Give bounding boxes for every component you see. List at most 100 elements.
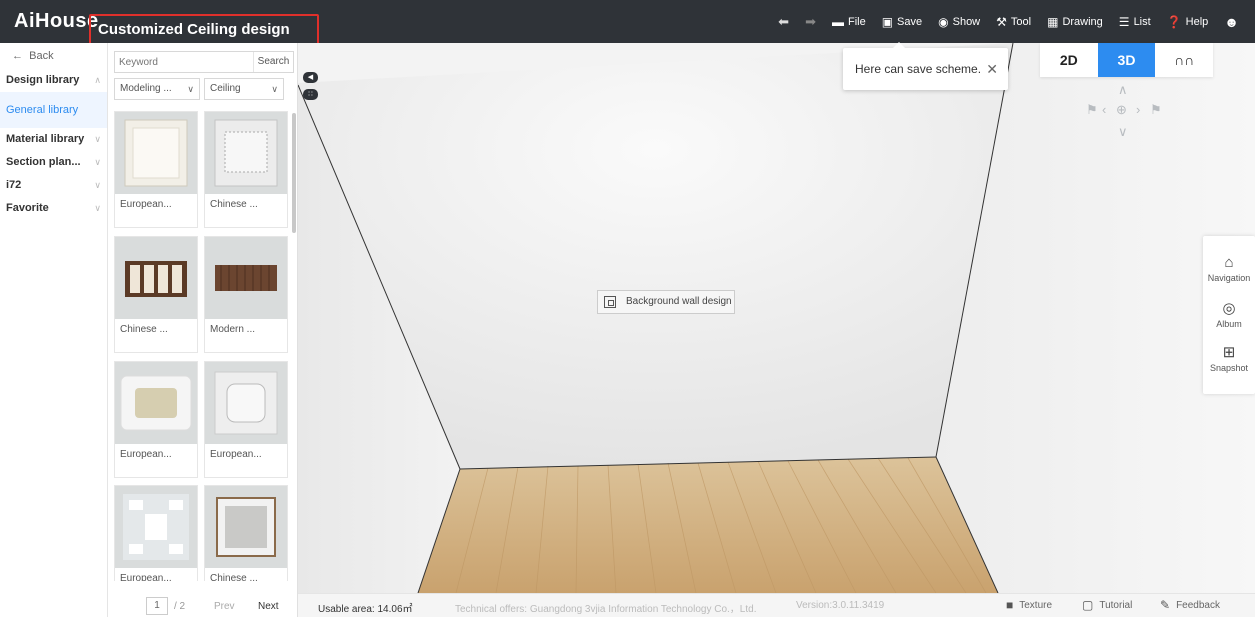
tab-3d[interactable]: 3D xyxy=(1097,43,1156,77)
chevron-down-icon: ∨ xyxy=(271,84,278,94)
model-thumbnail xyxy=(115,237,197,319)
collapse-panel-handle[interactable]: ◀ xyxy=(303,72,318,83)
model-grid: European... Chinese ... Chinese ... Mode… xyxy=(114,111,290,581)
flag-left-icon[interactable]: ⚑ xyxy=(1086,102,1098,118)
tab-walkthrough[interactable]: ∩∩ xyxy=(1155,43,1213,77)
model-card[interactable]: Chinese ... xyxy=(204,111,288,228)
save-icon: ▣ xyxy=(881,14,894,29)
chevron-down-icon[interactable]: ∨ xyxy=(1118,124,1128,140)
collapse-left-icon: ◀ xyxy=(307,74,314,81)
main-toolbar: ⬅ ➡ ▬ File ▣ Save ◉ Show ⚒ Tool ▦ Drawin… xyxy=(772,0,1245,43)
camera-icon: ◎ xyxy=(1222,300,1236,317)
list-button[interactable]: ☰ List xyxy=(1113,15,1157,29)
model-card[interactable]: Chinese ... xyxy=(114,236,198,353)
navigation-button[interactable]: ⌂ Navigation xyxy=(1203,254,1255,283)
pagination: 1 / 2 Prev Next xyxy=(108,595,298,617)
library-panel: Search Modeling ... ∨ Ceiling ∨ European… xyxy=(108,43,298,617)
folder-icon: ▬ xyxy=(831,14,844,29)
modeling-type-select[interactable]: Modeling ... ∨ xyxy=(114,78,200,100)
wrench-icon: ⚒ xyxy=(996,14,1007,29)
back-button[interactable]: ← Back xyxy=(0,43,107,69)
background-wall-design-button[interactable]: Background wall design xyxy=(597,290,735,314)
monitor-icon: ▢ xyxy=(1082,598,1094,612)
library-scrollbar[interactable] xyxy=(292,113,296,233)
save-button[interactable]: ▣ Save xyxy=(876,15,928,29)
user-account-button[interactable]: ☻ xyxy=(1218,14,1245,30)
search-input[interactable] xyxy=(115,52,253,72)
model-card[interactable]: Modern ... xyxy=(204,236,288,353)
footprints-icon: ∩∩ xyxy=(1174,52,1195,68)
model-card[interactable]: European... xyxy=(114,111,198,228)
tool-button[interactable]: ⚒ Tool xyxy=(990,15,1037,29)
top-bar: AiHouse Customized Ceiling design ⬅ ➡ ▬ … xyxy=(0,0,1255,52)
chevron-up-icon[interactable]: ∧ xyxy=(1118,82,1128,98)
aihouse-logo[interactable]: AiHouse xyxy=(14,10,99,33)
chevron-down-icon: ∨ xyxy=(94,180,101,190)
right-tool-panel: ⌂ Navigation ◎ Album ⊞ Snapshot xyxy=(1203,236,1255,394)
save-hint-tooltip: Here can save scheme. ✕ xyxy=(843,42,1008,90)
model-thumbnail xyxy=(205,237,287,319)
model-card[interactable]: Chinese ... xyxy=(204,485,288,581)
next-page-button[interactable]: Next xyxy=(258,601,279,612)
category-select[interactable]: Ceiling ∨ xyxy=(204,78,284,100)
category-sidebar: ← Back Design library ∧ General library … xyxy=(0,43,108,617)
redo-icon[interactable]: ➡ xyxy=(799,14,822,30)
edit-icon: ✎ xyxy=(1160,598,1171,612)
sidebar-item-section-plan[interactable]: Section plan... ∨ xyxy=(0,151,107,174)
chevron-up-icon: ∧ xyxy=(94,75,101,85)
help-button[interactable]: ❓ Help xyxy=(1161,15,1215,29)
tutorial-button[interactable]: ▢ Tutorial xyxy=(1082,598,1132,612)
page-title: Customized Ceiling design xyxy=(98,21,290,38)
grid-icon: ∷ xyxy=(308,91,313,98)
model-thumbnail xyxy=(205,486,287,568)
model-thumbnail xyxy=(205,362,287,444)
sidebar-item-general-library[interactable]: General library xyxy=(0,92,107,128)
show-button[interactable]: ◉ Show xyxy=(932,15,986,29)
sidebar-item-material-library[interactable]: Material library ∨ xyxy=(0,128,107,151)
search-button[interactable]: Search xyxy=(253,52,293,72)
chevron-down-icon: ∨ xyxy=(94,203,101,213)
navigation-icon: ⌂ xyxy=(1224,254,1234,271)
feedback-button[interactable]: ✎ Feedback xyxy=(1160,598,1220,612)
model-card[interactable]: European... xyxy=(204,361,288,478)
page-total: / 2 xyxy=(174,600,186,612)
file-button[interactable]: ▬ File xyxy=(826,15,872,29)
model-thumbnail xyxy=(115,362,197,444)
album-button[interactable]: ◎ Album xyxy=(1203,299,1255,329)
flag-right-icon[interactable]: ⚑ xyxy=(1150,102,1162,118)
drawing-button[interactable]: ▦ Drawing xyxy=(1041,15,1109,29)
texture-button[interactable]: ■ Texture xyxy=(1006,598,1052,612)
model-card[interactable]: European... xyxy=(114,485,198,581)
cube-icon: ■ xyxy=(1006,598,1014,612)
logo-text: AiHouse xyxy=(14,10,99,32)
prev-page-button[interactable]: Prev xyxy=(214,601,235,612)
tab-2d[interactable]: 2D xyxy=(1040,43,1098,77)
model-thumbnail xyxy=(115,112,197,194)
sidebar-item-favorite[interactable]: Favorite ∨ xyxy=(0,197,107,220)
version-text: Version:3.0.11.3419 xyxy=(796,600,885,611)
model-card[interactable]: European... xyxy=(114,361,198,478)
undo-icon[interactable]: ⬅ xyxy=(772,14,795,30)
grid-toggle-handle[interactable]: ∷ xyxy=(303,89,318,100)
sidebar-item-design-library[interactable]: Design library ∧ xyxy=(0,69,107,92)
camera-navigation-pad: ∧ ⚑ ‹ ⊕ › ⚑ ∨ xyxy=(1078,82,1168,142)
snapshot-icon: ⊞ xyxy=(1222,344,1236,361)
help-icon: ❓ xyxy=(1166,14,1182,29)
map-icon: ▦ xyxy=(1047,14,1059,29)
user-icon: ☻ xyxy=(1224,13,1239,30)
sidebar-item-i72[interactable]: i72 ∨ xyxy=(0,174,107,197)
model-thumbnail xyxy=(205,112,287,194)
list-icon: ☰ xyxy=(1118,14,1130,29)
usable-area-label: Usable area: 14.06㎡ xyxy=(318,604,413,615)
view-mode-tabs: 2D 3D ∩∩ xyxy=(1040,43,1213,77)
close-icon[interactable]: ✕ xyxy=(986,61,998,78)
page-number-input[interactable]: 1 xyxy=(146,597,168,615)
crosshair-icon[interactable]: ⊕ xyxy=(1116,102,1127,118)
eye-icon: ◉ xyxy=(938,14,949,29)
technical-offers-text: Technical offers: Guangdong 3vjia Inform… xyxy=(455,604,757,615)
chevron-right-icon[interactable]: › xyxy=(1136,102,1140,117)
chevron-down-icon: ∨ xyxy=(94,157,101,167)
chevron-left-icon[interactable]: ‹ xyxy=(1102,102,1106,117)
wall-frame-icon xyxy=(604,296,616,308)
snapshot-button[interactable]: ⊞ Snapshot xyxy=(1203,343,1255,373)
